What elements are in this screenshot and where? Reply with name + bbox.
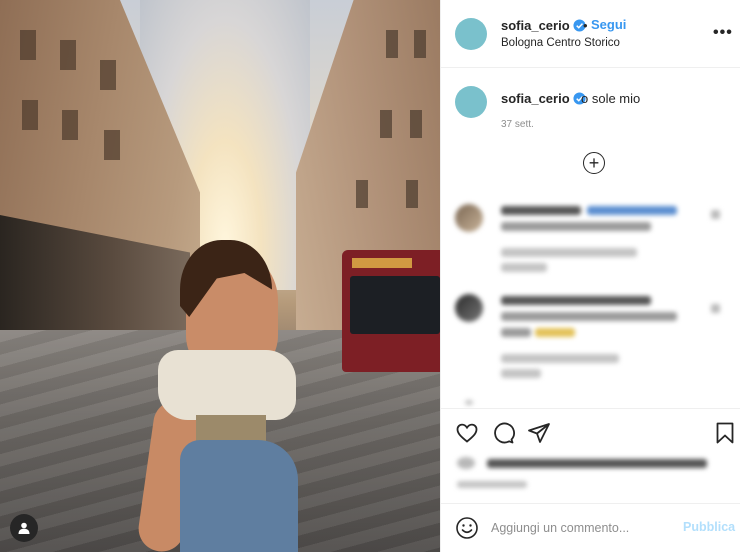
post-header: sofia_cerio • Segui Bologna Centro Stori… — [441, 0, 740, 68]
bookmark-icon[interactable] — [713, 421, 737, 445]
commenter-avatar[interactable] — [455, 204, 483, 232]
header-separator: • — [583, 18, 588, 33]
header-username-text[interactable]: sofia_cerio — [501, 18, 570, 33]
caption-text: o sole mio — [581, 91, 641, 106]
user-tag-icon[interactable] — [10, 514, 38, 542]
photo-person-top — [158, 350, 296, 420]
follow-button[interactable]: Segui — [591, 17, 626, 32]
avatar[interactable] — [455, 18, 487, 50]
header-username[interactable]: sofia_cerio — [501, 18, 586, 33]
comment-input[interactable] — [491, 518, 671, 538]
publish-button[interactable]: Pubblica — [683, 520, 735, 534]
post-actions — [441, 408, 740, 503]
caption-username[interactable]: sofia_cerio — [501, 91, 586, 106]
photo-person-jeans — [180, 440, 298, 552]
comment-icon[interactable] — [491, 421, 515, 445]
comment-bar: Pubblica — [441, 503, 740, 552]
commenter-avatar[interactable] — [455, 294, 483, 322]
location-link[interactable]: Bologna Centro Storico — [501, 37, 620, 49]
more-options-icon[interactable]: ••• — [713, 24, 733, 42]
caption-timestamp[interactable]: 37 sett. — [501, 119, 534, 130]
photo-bus — [342, 250, 440, 372]
post-photo[interactable] — [0, 0, 440, 552]
caption-username-text[interactable]: sofia_cerio — [501, 91, 570, 106]
share-icon[interactable] — [527, 421, 551, 445]
post-side-panel: sofia_cerio • Segui Bologna Centro Stori… — [440, 0, 740, 552]
plus-circle-icon[interactable]: + — [583, 152, 605, 174]
heart-icon[interactable] — [455, 421, 479, 445]
caption-avatar[interactable] — [455, 86, 487, 118]
emoji-icon[interactable] — [455, 516, 479, 540]
